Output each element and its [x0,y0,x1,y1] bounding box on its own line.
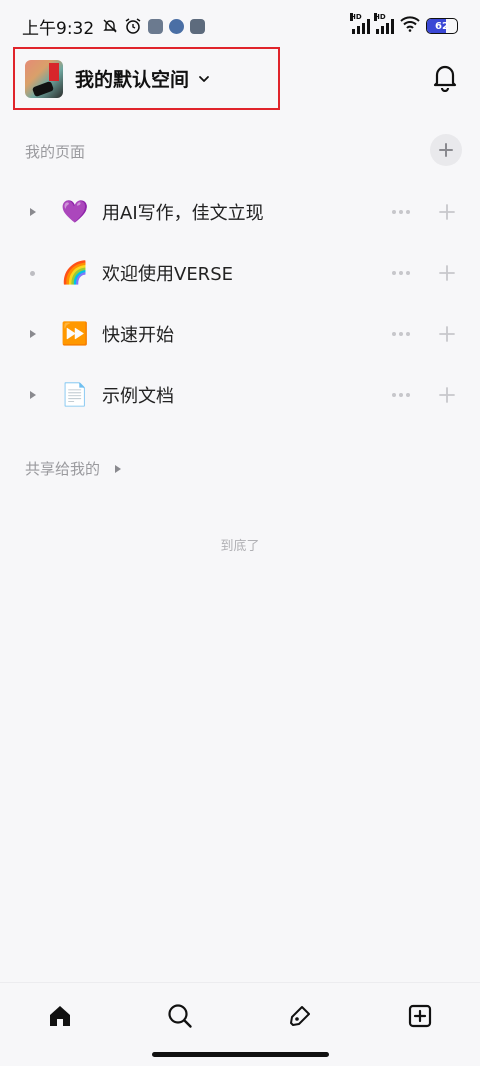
page-label: 欢迎使用VERSE [102,264,233,285]
workspace-selector[interactable]: 我的默认空间 [13,47,280,110]
battery-icon: 62 [426,18,458,34]
shared-with-me-section[interactable]: 共享给我的 [25,458,122,479]
bullet-dot-icon [30,270,35,276]
signal-hd-icon: HD [374,13,394,34]
more-options-icon[interactable] [392,393,410,397]
add-subpage-icon[interactable] [438,203,456,221]
workspace-avatar [25,59,63,98]
more-options-icon[interactable] [392,271,410,275]
end-of-list-text: 到底了 [220,539,260,554]
mute-bell-icon [102,18,118,34]
edit-tag-icon[interactable] [285,1001,315,1031]
add-subpage-icon[interactable] [438,386,456,404]
bell-icon[interactable] [432,62,458,93]
more-options-icon[interactable] [392,332,410,336]
home-indicator[interactable] [152,1052,329,1057]
home-icon[interactable] [45,1001,75,1031]
wifi-icon [400,15,420,37]
status-bar: 上午9:32 HD HD 62 [0,0,480,52]
caret-right-icon[interactable] [28,206,38,218]
page-list-item[interactable]: ⏩ 快速开始 [0,306,480,362]
status-time: 上午9:32 [22,18,95,39]
chevron-down-icon [197,72,211,86]
add-square-icon[interactable] [405,1001,435,1031]
page-emoji-icon: 💜 [61,199,89,225]
page-list-item[interactable]: 📄 示例文档 [0,367,480,423]
add-page-button[interactable] [430,134,462,166]
page-emoji-icon: 📄 [61,382,89,408]
workspace-name: 我的默认空间 [75,69,190,91]
add-subpage-icon[interactable] [438,325,456,343]
caret-right-icon [114,460,122,478]
page-list-item[interactable]: 🌈 欢迎使用VERSE [0,245,480,301]
signal-hd-icon: HD [350,13,370,34]
caret-right-icon[interactable] [28,389,38,401]
app-icon [148,18,164,34]
page-emoji-icon: 🌈 [61,260,89,286]
my-pages-title: 我的页面 [25,143,86,161]
alarm-icon [124,17,142,35]
battery-level: 62 [435,20,449,32]
page-label: 快速开始 [102,325,174,346]
search-icon[interactable] [165,1001,195,1031]
page-emoji-icon: ⏩ [61,321,89,347]
more-options-icon[interactable] [392,210,410,214]
app-icon [190,18,206,34]
page-label: 示例文档 [102,386,174,407]
app-icon [169,18,185,34]
page-label: 用AI写作，佳文立现 [102,203,264,224]
shared-with-me-title: 共享给我的 [25,460,101,478]
page-list-item[interactable]: 💜 用AI写作，佳文立现 [0,184,480,240]
add-subpage-icon[interactable] [438,264,456,282]
caret-right-icon[interactable] [28,328,38,340]
